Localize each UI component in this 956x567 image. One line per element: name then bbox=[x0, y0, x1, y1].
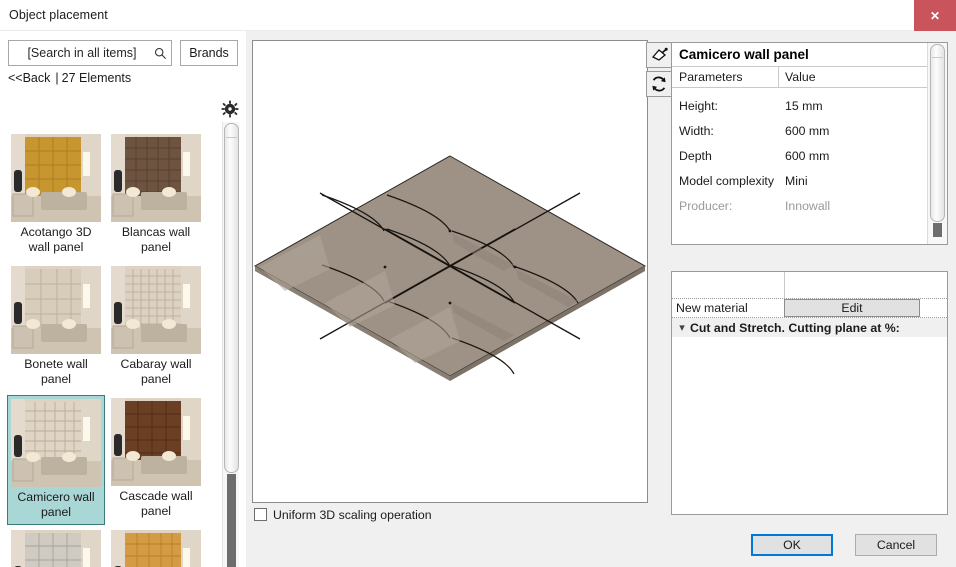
catalog-item-thumbnail bbox=[111, 398, 201, 486]
parameter-row: Producer: Innowall bbox=[672, 195, 928, 220]
parameter-row[interactable]: Width: 600 mm bbox=[672, 120, 928, 145]
chevron-double-down-icon[interactable]: ▾ bbox=[674, 321, 690, 334]
catalog-item-thumbnail bbox=[111, 530, 201, 567]
parameters-title: Camicero wall panel bbox=[672, 43, 928, 67]
catalog-item-label: Camicero wall panel bbox=[17, 490, 95, 519]
catalog-grid[interactable]: Acotango 3D wall panel Blancas wall pane… bbox=[3, 97, 217, 567]
catalog-item-label: Blancas wall panel bbox=[121, 225, 191, 254]
close-button[interactable]: ✕ bbox=[914, 0, 956, 31]
model-preview[interactable] bbox=[252, 40, 648, 503]
material-edit-button[interactable]: Edit bbox=[784, 299, 920, 317]
parameter-value: Innowall bbox=[785, 199, 831, 213]
ok-button[interactable]: OK bbox=[751, 534, 833, 556]
catalog-item-blancas-wall-panel[interactable]: Blancas wall panel bbox=[107, 131, 205, 259]
object-placement-dialog: Object placement ✕ [Search in all items]… bbox=[0, 0, 956, 567]
catalog-scrollbar-thumb[interactable] bbox=[224, 123, 239, 473]
preview-tools bbox=[646, 42, 672, 100]
parameters-scrollbar-track[interactable] bbox=[933, 223, 942, 237]
parameters-panel: Camicero wall panel Parameters Value Hei… bbox=[671, 42, 948, 245]
element-count: 27 Elements bbox=[61, 71, 132, 85]
search-placeholder: [Search in all items] bbox=[27, 46, 137, 60]
cut-and-stretch-label: Cut and Stretch. Cutting plane at %: bbox=[690, 320, 900, 335]
col-value-header: Value bbox=[785, 70, 816, 84]
catalog-item-thumbnail bbox=[111, 266, 201, 354]
catalog-item-cabaray-wall-panel[interactable]: Cabaray wall panel bbox=[107, 263, 205, 391]
parameters-table-header: Parameters Value bbox=[672, 67, 928, 88]
breadcrumb-separator: | bbox=[55, 71, 59, 85]
breadcrumb: <<Back | 27 Elements bbox=[8, 71, 238, 89]
search-row: [Search in all items] Brands bbox=[8, 40, 238, 66]
parameter-key: Width: bbox=[679, 124, 714, 138]
cancel-button[interactable]: Cancel bbox=[855, 534, 937, 556]
parameter-row[interactable]: Height: 15 mm bbox=[672, 95, 928, 120]
cut-and-stretch-section[interactable]: ▾ Cut and Stretch. Cutting plane at %: bbox=[672, 318, 947, 337]
catalog-item-row4-right[interactable] bbox=[107, 527, 205, 567]
column-divider bbox=[778, 67, 779, 88]
gear-icon[interactable] bbox=[221, 100, 239, 118]
uniform-scaling-checkbox[interactable]: Uniform 3D scaling operation bbox=[254, 506, 432, 523]
parameters-table-body: Height: 15 mm Width: 600 mm Depth 600 mm… bbox=[672, 95, 928, 220]
catalog-scrollbar-track[interactable] bbox=[227, 474, 236, 567]
search-icon[interactable] bbox=[149, 41, 171, 65]
catalog-item-thumbnail bbox=[11, 266, 101, 354]
material-column-divider bbox=[784, 272, 785, 298]
parameter-key: Depth bbox=[679, 149, 712, 163]
catalog-panel: [Search in all items] Brands <<Back | 27 E… bbox=[0, 31, 246, 567]
close-icon: ✕ bbox=[929, 8, 941, 23]
brands-button[interactable]: Brands bbox=[180, 40, 238, 66]
search-input[interactable]: [Search in all items] bbox=[8, 40, 172, 66]
material-name: New material bbox=[676, 301, 748, 315]
catalog-item-label: Bonete wall panel bbox=[24, 357, 88, 386]
catalog-item-label: Acotango 3D wall panel bbox=[20, 225, 92, 254]
parameter-value[interactable]: 600 mm bbox=[785, 124, 829, 138]
parameter-key: Producer: bbox=[679, 199, 733, 213]
material-paint-button[interactable] bbox=[646, 42, 672, 68]
catalog-item-label: Cascade wall panel bbox=[119, 489, 193, 518]
catalog-item-label: Cabaray wall panel bbox=[120, 357, 192, 386]
refresh-icon bbox=[650, 75, 668, 93]
parameter-value[interactable]: Mini bbox=[785, 174, 808, 188]
catalog-item-thumbnail bbox=[111, 134, 201, 222]
material-row[interactable]: New material Edit bbox=[672, 298, 947, 318]
col-parameters-header: Parameters bbox=[679, 70, 743, 84]
window-title: Object placement bbox=[9, 8, 108, 22]
catalog-item-bonete-wall-panel[interactable]: Bonete wall panel bbox=[7, 263, 105, 391]
catalog-item-thumbnail bbox=[11, 399, 101, 487]
catalog-scrollbar[interactable] bbox=[222, 122, 239, 567]
catalog-item-cascade-wall-panel[interactable]: Cascade wall panel bbox=[107, 395, 205, 523]
material-panel: New material Edit ▾ Cut and Stretch. Cut… bbox=[671, 271, 948, 515]
back-link[interactable]: <<Back bbox=[8, 71, 50, 85]
model-3d-render bbox=[253, 41, 647, 502]
parameter-key: Model complexity bbox=[679, 174, 774, 188]
parameter-value[interactable]: 600 mm bbox=[785, 149, 829, 163]
parameters-scrollbar[interactable] bbox=[927, 43, 947, 244]
checkbox-box[interactable] bbox=[254, 508, 267, 521]
parameter-row[interactable]: Model complexity Mini bbox=[672, 170, 928, 195]
catalog-item-camicero-wall-panel[interactable]: Camicero wall panel bbox=[7, 395, 105, 525]
parameter-row[interactable]: Depth 600 mm bbox=[672, 145, 928, 170]
catalog-item-thumbnail bbox=[11, 134, 101, 222]
parameter-key: Height: bbox=[679, 99, 718, 113]
catalog-item-thumbnail bbox=[11, 530, 101, 567]
parameters-scrollbar-thumb[interactable] bbox=[930, 44, 945, 222]
parameter-value[interactable]: 15 mm bbox=[785, 99, 823, 113]
title-bar: Object placement ✕ bbox=[0, 0, 956, 31]
uniform-scaling-label: Uniform 3D scaling operation bbox=[273, 507, 432, 522]
catalog-item-row4-left[interactable] bbox=[7, 527, 105, 567]
material-paint-icon bbox=[650, 46, 668, 64]
catalog-item-acotango-3d-wall-panel[interactable]: Acotango 3D wall panel bbox=[7, 131, 105, 259]
refresh-button[interactable] bbox=[646, 71, 672, 97]
